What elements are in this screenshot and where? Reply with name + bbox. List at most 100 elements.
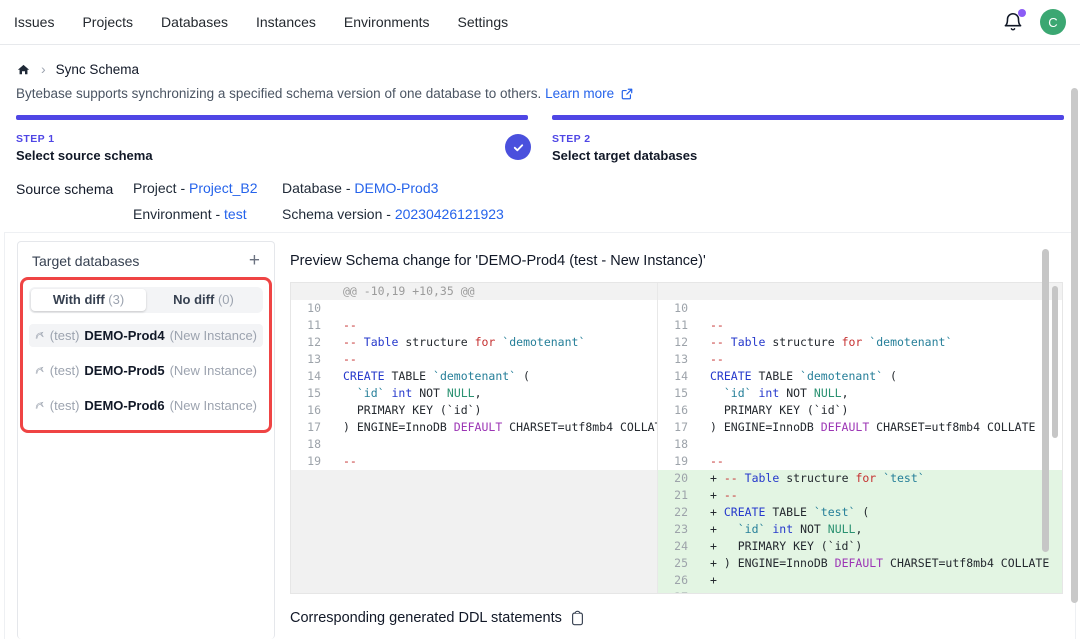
diff-hunk-header: [658, 283, 1062, 300]
intro-text: Bytebase supports synchronizing a specif…: [0, 77, 1080, 103]
diff-line: 10: [658, 300, 1062, 317]
step-1-progress-bar: [16, 115, 528, 120]
database-label: Database -: [282, 180, 354, 196]
tab-no-diff[interactable]: No diff (0): [146, 289, 261, 311]
db-instance-suffix: (New Instance): [170, 328, 257, 343]
diff-line: 22+ CREATE TABLE `test` (: [658, 504, 1062, 521]
diff-pane-original: @@ -10,19 +10,35 @@1011--12-- Table stru…: [291, 283, 657, 593]
check-icon: [512, 141, 525, 154]
avatar[interactable]: C: [1040, 9, 1066, 35]
tab-with-diff[interactable]: With diff (3): [31, 289, 146, 311]
breadcrumb: › Sync Schema: [0, 45, 1080, 77]
source-schema-grid: Project - Project_B2 Database - DEMO-Pro…: [133, 180, 504, 222]
main-content: Target databases + With diff (3) No diff…: [4, 232, 1076, 639]
step-1-title: Select source schema: [16, 148, 528, 163]
step-2-label: STEP 2: [552, 133, 1064, 145]
diff-line: 10: [291, 300, 657, 317]
db-instance-suffix: (New Instance): [170, 363, 257, 378]
diff-line: 25+ ) ENGINE=InnoDB DEFAULT CHARSET=utf8…: [658, 555, 1062, 572]
tab-no-diff-label: No diff: [173, 292, 218, 307]
breadcrumb-page-title: Sync Schema: [56, 62, 139, 77]
step-2-progress-bar: [552, 115, 1064, 120]
diff-line: 27+ --: [658, 589, 1062, 593]
preview-title: Preview Schema change for 'DEMO-Prod4 (t…: [290, 253, 1063, 269]
editor-scrollbar-thumb[interactable]: [1052, 286, 1058, 438]
tab-with-diff-count: (3): [108, 292, 124, 307]
add-target-database-button[interactable]: +: [249, 254, 260, 268]
source-schema-label: Source schema: [16, 180, 133, 222]
source-schema-summary: Source schema Project - Project_B2 Datab…: [0, 180, 1080, 222]
diff-line: 17) ENGINE=InnoDB DEFAULT CHARSET=utf8mb…: [658, 419, 1062, 436]
nav-item-databases[interactable]: Databases: [161, 14, 228, 30]
db-name: DEMO-Prod4: [84, 328, 164, 343]
intro-description: Bytebase supports synchronizing a specif…: [16, 86, 541, 101]
diff-line: 12-- Table structure for `demotenant`: [291, 334, 657, 351]
wizard-steps: STEP 1 Select source schema STEP 2 Selec…: [0, 115, 1080, 163]
mysql-icon: [35, 398, 45, 413]
topnav-right: C: [1002, 9, 1066, 35]
external-link-icon[interactable]: [621, 88, 633, 103]
database-link[interactable]: DEMO-Prod3: [354, 180, 438, 196]
diff-empty-filler: [291, 470, 657, 593]
db-env-label: (test): [50, 328, 80, 343]
page: Issues Projects Databases Instances Envi…: [0, 0, 1080, 639]
database-item-demo-prod6[interactable]: (test) DEMO-Prod6 (New Instance): [29, 394, 263, 417]
diff-pane-modified: 1011--12-- Table structure for `demotena…: [657, 283, 1062, 593]
project-link[interactable]: Project_B2: [189, 180, 257, 196]
step-1-label: STEP 1: [16, 133, 528, 145]
diff-line: 12-- Table structure for `demotenant`: [658, 334, 1062, 351]
mysql-icon: [35, 363, 45, 378]
diff-line: 20+ -- Table structure for `test`: [658, 470, 1062, 487]
database-item-demo-prod4[interactable]: (test) DEMO-Prod4 (New Instance): [29, 324, 263, 347]
nav-item-settings[interactable]: Settings: [458, 14, 509, 30]
diff-hunk-header: @@ -10,19 +10,35 @@: [291, 283, 657, 300]
copy-ddl-button[interactable]: [570, 610, 585, 626]
schema-preview-panel: Preview Schema change for 'DEMO-Prod4 (t…: [290, 241, 1063, 639]
schema-diff-editor[interactable]: @@ -10,19 +10,35 @@1011--12-- Table stru…: [290, 282, 1063, 594]
diff-line: 19--: [291, 453, 657, 470]
target-database-list: (test) DEMO-Prod4 (New Instance) (test) …: [29, 324, 263, 417]
nav-item-projects[interactable]: Projects: [82, 14, 133, 30]
notification-dot: [1018, 9, 1026, 17]
diff-line: 13--: [291, 351, 657, 368]
diff-line: 14CREATE TABLE `demotenant` (: [291, 368, 657, 385]
learn-more-link[interactable]: Learn more: [545, 86, 614, 101]
db-name: DEMO-Prod5: [84, 363, 164, 378]
target-databases-panel: Target databases + With diff (3) No diff…: [17, 241, 275, 639]
nav-item-environments[interactable]: Environments: [344, 14, 430, 30]
diff-line: 11--: [658, 317, 1062, 334]
page-scrollbar-thumb[interactable]: [1071, 88, 1078, 603]
database-item-demo-prod5[interactable]: (test) DEMO-Prod5 (New Instance): [29, 359, 263, 382]
nav-item-instances[interactable]: Instances: [256, 14, 316, 30]
diff-line: 14CREATE TABLE `demotenant` (: [658, 368, 1062, 385]
diff-line: 17) ENGINE=InnoDB DEFAULT CHARSET=utf8mb…: [291, 419, 657, 436]
version-link[interactable]: 20230426121923: [395, 206, 504, 222]
diff-line: 11--: [291, 317, 657, 334]
notifications-button[interactable]: [1002, 11, 1024, 33]
diff-line: 16 PRIMARY KEY (`id`): [291, 402, 657, 419]
step-1[interactable]: STEP 1 Select source schema: [16, 115, 528, 163]
source-version: Schema version - 20230426121923: [282, 206, 504, 222]
top-nav: Issues Projects Databases Instances Envi…: [0, 0, 1080, 45]
preview-scrollbar-thumb[interactable]: [1042, 249, 1049, 552]
project-label: Project -: [133, 180, 189, 196]
diff-line: 18: [658, 436, 1062, 453]
version-label: Schema version -: [282, 206, 395, 222]
step-2[interactable]: STEP 2 Select target databases: [552, 115, 1064, 163]
tab-with-diff-label: With diff: [53, 292, 108, 307]
step-2-title: Select target databases: [552, 148, 1064, 163]
ddl-footer: Corresponding generated DDL statements: [290, 610, 1063, 626]
home-icon[interactable]: [16, 62, 31, 77]
diff-line: 26+: [658, 572, 1062, 589]
diff-line: 18: [291, 436, 657, 453]
diff-line: 15 `id` int NOT NULL,: [658, 385, 1062, 402]
source-environment: Environment - test: [133, 206, 282, 222]
source-project: Project - Project_B2: [133, 180, 282, 196]
db-env-label: (test): [50, 363, 80, 378]
environment-link[interactable]: test: [224, 206, 247, 222]
db-instance-suffix: (New Instance): [170, 398, 257, 413]
diff-line: 15 `id` int NOT NULL,: [291, 385, 657, 402]
mysql-icon: [35, 328, 45, 343]
target-databases-title: Target databases: [32, 253, 139, 269]
nav-item-issues[interactable]: Issues: [14, 14, 54, 30]
